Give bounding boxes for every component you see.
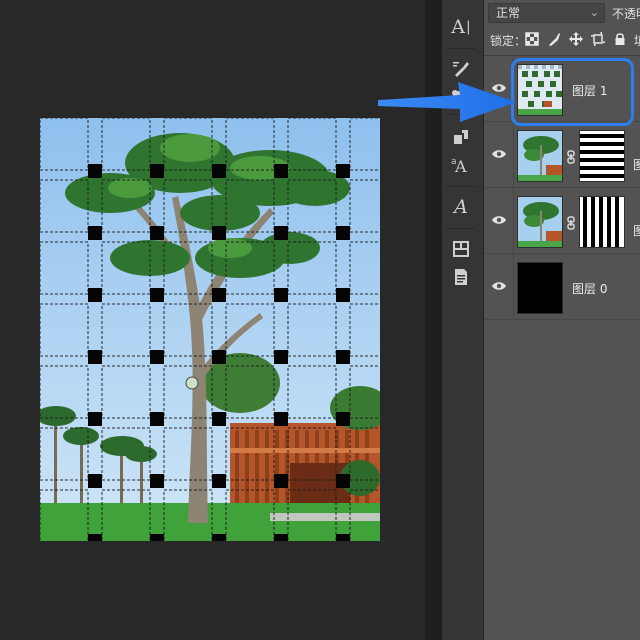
lock-all-icon[interactable] [613,32,627,46]
properties-icon[interactable] [444,234,478,264]
layer-name[interactable]: 图 [633,222,640,239]
document-canvas-image[interactable] [40,118,380,541]
canvas-area[interactable] [0,0,425,640]
type-tool-glyph: A [451,16,465,38]
layer-name[interactable]: 图 [633,156,640,173]
annotation-arrow [378,78,520,128]
row-divider [513,188,514,254]
row-divider [513,254,514,320]
blend-mode-select[interactable]: 正常 ⌄ [488,3,605,23]
layer-thumbnail[interactable] [517,130,563,182]
blend-mode-value: 正常 [496,6,521,20]
link-icon[interactable] [566,150,576,164]
lock-artboard-icon[interactable] [591,32,605,46]
row-divider [513,122,514,188]
selected-layer-highlight [511,58,634,126]
glyph-tool-icon[interactable]: A [444,192,478,222]
eye-icon[interactable] [492,215,506,225]
layers-panel-options: 正常 ⌄ 不透明 锁定： 填 [484,0,640,56]
layer-row[interactable]: 图层 0 [484,254,640,320]
eye-icon[interactable] [492,149,506,159]
character-style-icon[interactable]: Aa [444,150,478,180]
glyph-tool-glyph: A [454,196,468,218]
layer-row[interactable]: 图 [484,122,640,188]
layer-thumbnail[interactable] [517,262,563,314]
type-tool-icon[interactable]: A | [444,12,478,42]
layer-row[interactable]: 图 [484,188,640,254]
lock-transparent-pixels-icon[interactable] [525,32,539,46]
tool-separator [446,186,476,187]
lock-label: 锁定： [490,34,527,48]
link-icon[interactable] [566,216,576,230]
opacity-label: 不透明 [612,7,640,21]
photo-woven-grid [40,118,380,541]
lock-position-icon[interactable] [569,32,583,46]
layer-mask-thumbnail[interactable] [579,130,625,182]
notes-icon[interactable] [444,262,478,292]
eye-icon[interactable] [492,281,506,291]
chevron-down-icon: ⌄ [589,6,599,19]
tool-separator [446,228,476,229]
fill-label: 填 [634,32,640,49]
layer-mask-thumbnail[interactable] [579,196,625,248]
svg-text:a: a [451,157,457,167]
tool-separator [446,48,476,49]
layer-name[interactable]: 图层 0 [572,280,607,297]
layer-thumbnail[interactable] [517,196,563,248]
lock-image-pixels-icon[interactable] [547,32,561,46]
